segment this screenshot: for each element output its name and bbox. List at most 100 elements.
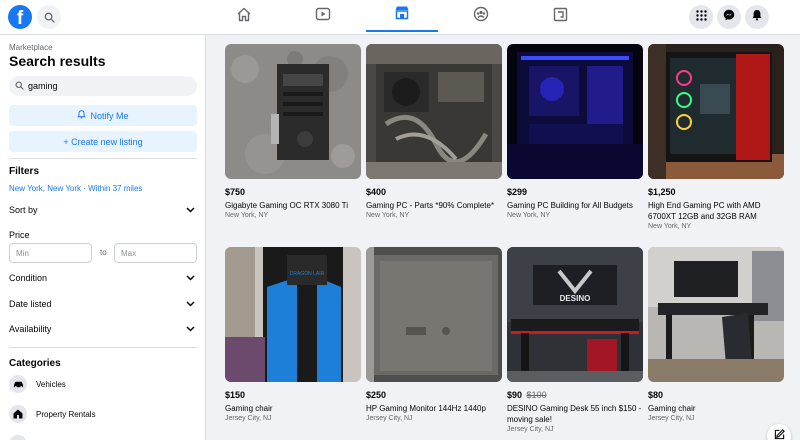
listing-old-price: $100: [526, 390, 547, 400]
category-label: Vehicles: [36, 379, 66, 389]
location-filter-link[interactable]: New York, New York · Within 37 miles: [9, 184, 142, 193]
marketplace-icon: [394, 5, 410, 25]
listing-location: New York, NY: [366, 212, 410, 219]
listing-card[interactable]: $80 Gaming chair Jersey City, NJ: [648, 247, 784, 422]
listing-location: New York, NY: [507, 212, 551, 219]
categories-heading: Categories: [9, 358, 61, 369]
listing-location: Jersey City, NJ: [507, 426, 554, 433]
category-property-rentals[interactable]: Property Rentals: [9, 405, 197, 423]
listing-photo[interactable]: [648, 44, 784, 179]
availability-label: Availability: [9, 324, 52, 334]
listing-photo[interactable]: [366, 44, 502, 179]
category-label: Property Rentals: [36, 409, 96, 419]
notify-me-button[interactable]: Notify Me: [9, 105, 197, 126]
listing-title: Gaming chair: [648, 404, 696, 413]
price-label: Price: [9, 230, 30, 240]
listing-photo[interactable]: DRAGON LAIR: [225, 247, 361, 382]
chevron-down-icon: [185, 299, 195, 309]
gaming-icon: [553, 7, 568, 27]
listing-title: DESINO Gaming Desk 55 inch $150 - moving…: [507, 404, 642, 424]
price-max-input[interactable]: Max: [114, 243, 197, 263]
car-icon: [9, 375, 27, 393]
messenger-button[interactable]: [717, 5, 741, 29]
listing-location: New York, NY: [225, 212, 269, 219]
listing-photo[interactable]: [648, 247, 784, 382]
listing-price: $150: [225, 390, 246, 400]
listing-card[interactable]: $299 Gaming PC Building for All Budgets …: [507, 44, 643, 219]
sidebar: Marketplace Search results Notify Me + C…: [0, 35, 206, 440]
new-message-button[interactable]: [767, 424, 791, 440]
listing-price: $250: [366, 390, 387, 400]
tab-marketplace[interactable]: [366, 0, 438, 32]
tab-home[interactable]: [208, 0, 280, 33]
listing-photo[interactable]: [366, 247, 502, 382]
listing-card[interactable]: $400 Gaming PC - Parts *90% Complete* Ne…: [366, 44, 502, 219]
notify-me-label: Notify Me: [90, 110, 129, 121]
chair-logo-text: DRAGON LAIR: [290, 271, 325, 277]
listing-title: Gaming PC - Parts *90% Complete*: [366, 201, 495, 210]
search-icon[interactable]: [37, 5, 61, 29]
date-listed-label: Date listed: [9, 299, 52, 309]
listing-location: Jersey City, NJ: [225, 415, 272, 422]
listing-price: $750: [225, 187, 246, 197]
divider: [9, 347, 197, 348]
price-to-label: to: [100, 248, 107, 257]
listing-price: $90 $100: [507, 390, 547, 400]
listing-title: Gaming chair: [225, 404, 273, 413]
watch-icon: [315, 7, 331, 26]
notifications-icon: [751, 8, 763, 26]
messenger-icon: [723, 8, 735, 26]
listing-card[interactable]: $750 Gigabyte Gaming OC RTX 3080 Ti New …: [225, 44, 361, 219]
listing-location: Jersey City, NJ: [648, 415, 695, 422]
listing-location: New York, NY: [648, 223, 692, 230]
home-icon: [236, 7, 252, 27]
category-more[interactable]: [9, 435, 197, 440]
listing-photo[interactable]: [225, 44, 361, 179]
listing-title: Gaming PC Building for All Budgets: [507, 201, 633, 210]
groups-icon: [473, 6, 489, 27]
listing-price: $299: [507, 187, 528, 197]
breadcrumb[interactable]: Marketplace: [9, 43, 53, 52]
chevron-down-icon: [185, 324, 195, 334]
listing-card[interactable]: $1,250 High End Gaming PC with AMD 6700X…: [648, 44, 784, 230]
filters-heading: Filters: [9, 166, 40, 177]
listing-photo[interactable]: [507, 44, 643, 179]
tab-watch[interactable]: [287, 0, 359, 33]
create-listing-button[interactable]: + Create new listing: [9, 131, 197, 152]
listing-card[interactable]: $250 HP Gaming Monitor 144Hz 1440p Jerse…: [366, 247, 502, 422]
chevron-down-icon: [185, 273, 195, 283]
divider: [9, 158, 197, 159]
listing-price: $1,250: [648, 187, 676, 197]
tab-groups[interactable]: [445, 0, 517, 33]
price-min-input[interactable]: Min: [9, 243, 92, 263]
notifications-button[interactable]: [745, 5, 769, 29]
listing-location: Jersey City, NJ: [366, 415, 413, 422]
listing-price: $400: [366, 187, 387, 197]
tab-gaming[interactable]: [524, 0, 596, 33]
top-navigation-bar: f: [0, 0, 800, 35]
create-listing-label: + Create new listing: [63, 136, 143, 147]
sort-by-label: Sort by: [9, 205, 38, 215]
desk-brand-text: DESINO: [560, 294, 591, 303]
listing-title: Gigabyte Gaming OC RTX 3080 Ti: [225, 201, 349, 210]
listing-price: $80: [648, 390, 664, 400]
compose-icon: [774, 427, 785, 440]
listing-title: HP Gaming Monitor 144Hz 1440p: [366, 404, 486, 413]
facebook-logo[interactable]: f: [8, 5, 32, 29]
sort-by-dropdown[interactable]: Sort by: [9, 203, 195, 217]
search-field[interactable]: [9, 76, 197, 96]
menu-button[interactable]: [689, 5, 713, 29]
bell-icon: [77, 110, 87, 121]
category-icon: [9, 435, 27, 440]
date-listed-dropdown[interactable]: Date listed: [9, 297, 195, 311]
listing-card[interactable]: DRAGON LAIR $150 Gaming chair Jersey Cit…: [225, 247, 361, 422]
listing-card[interactable]: DESINO $90 $100 DESINO Gaming Desk 55 in…: [507, 247, 643, 433]
availability-dropdown[interactable]: Availability: [9, 322, 195, 336]
search-input[interactable]: [28, 81, 188, 91]
condition-dropdown[interactable]: Condition: [9, 271, 195, 285]
category-vehicles[interactable]: Vehicles: [9, 375, 197, 393]
menu-grid-icon: [695, 8, 707, 26]
condition-label: Condition: [9, 273, 48, 283]
listing-title: High End Gaming PC with AMD 6700XT 12GB …: [648, 201, 761, 221]
listing-photo[interactable]: DESINO: [507, 247, 643, 382]
